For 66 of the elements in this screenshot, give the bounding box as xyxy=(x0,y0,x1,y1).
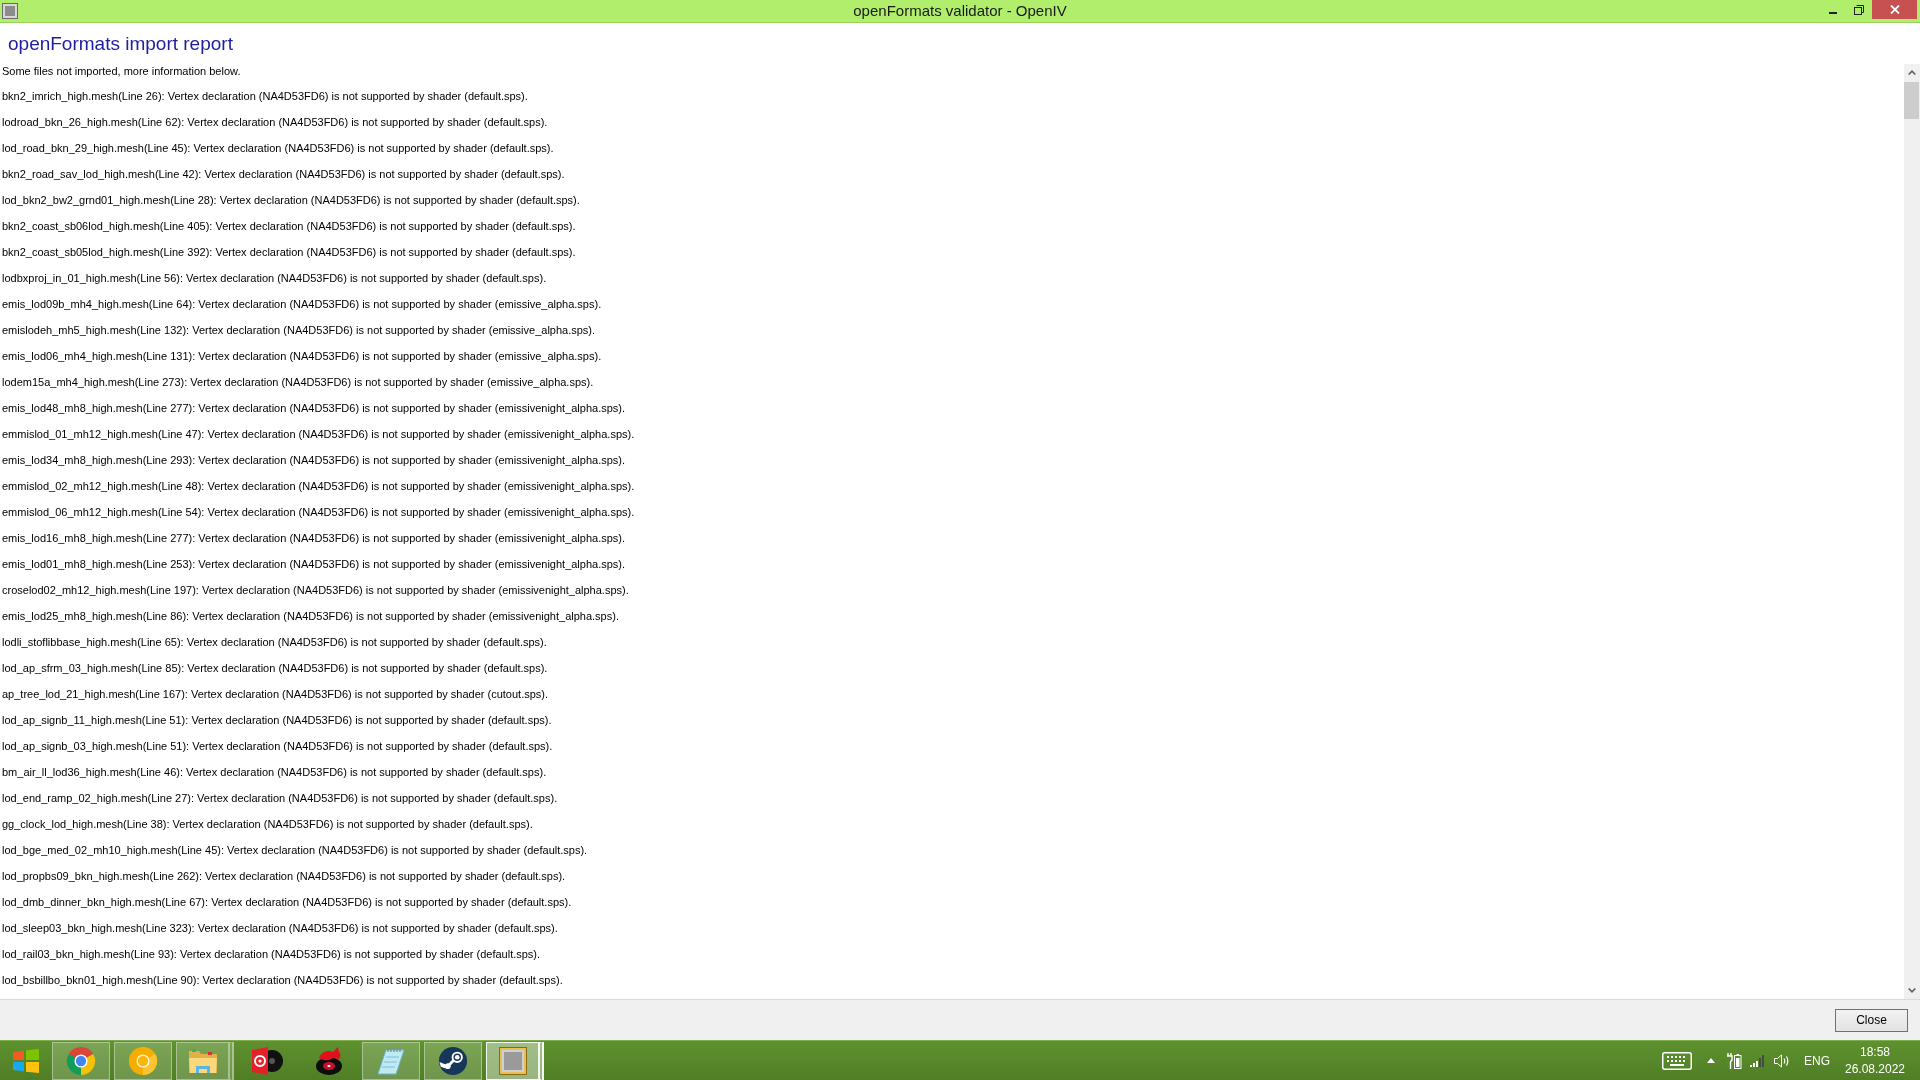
log-message: lod_sleep03_bkn_high.mesh(Line 323): Vertex declaration (NA4D53FD6) is not supported by shader (default.sps). xyxy=(2,921,558,936)
log-message: emis_lod25_mh8_high.mesh(Line 86): Vertex declaration (NA4D53FD6) is not supported by shader (emissivenight_alpha.sps). xyxy=(2,609,619,624)
log-message: lod_bkn2_bw2_grnd01_high.mesh(Line 28): Vertex declaration (NA4D53FD6) is not supported by shader (default.sps). xyxy=(2,193,580,208)
log-message: bkn2_imrich_high.mesh(Line 26): Vertex declaration (NA4D53FD6) is not supported by shader (default.sps). xyxy=(2,89,528,104)
log-message: emis_lod48_mh8_high.mesh(Line 277): Vertex declaration (NA4D53FD6) is not supported by shader (emissivenight_alpha.sps). xyxy=(2,401,626,416)
log-message: bm_air_ll_lod36_high.mesh(Line 46): Vertex declaration (NA4D53FD6) is not supported by shader (default.sps). xyxy=(2,765,547,780)
circle-link-icon xyxy=(438,1045,468,1076)
disc-with-figure-icon xyxy=(314,1045,344,1076)
log-message: lod_rail03_bkn_high.mesh(Line 93): Vertex declaration (NA4D53FD6) is not supported by shader (default.sps). xyxy=(2,947,541,962)
log-message: emis_lod16_mh8_high.mesh(Line 277): Vertex declaration (NA4D53FD6) is not supported by shader (emissivenight_alpha.sps). xyxy=(2,531,626,546)
signal-bars-icon[interactable] xyxy=(1750,1054,1765,1067)
framed-tile-icon xyxy=(498,1046,527,1075)
log-message: lod_ap_signb_11_high.mesh(Line 51): Vertex declaration (NA4D53FD6) is not supported by shader (default.sps). xyxy=(2,713,552,728)
log-message: emis_lod09b_mh4_high.mesh(Line 64): Vertex declaration (NA4D53FD6) is not supported by shader (emissive_alpha.sps). xyxy=(2,297,602,312)
log-message: lodem15a_mh4_high.mesh(Line 273): Vertex declaration (NA4D53FD6) is not supported by shader (emissive_alpha.sps). xyxy=(2,375,594,390)
taskbar-app-button[interactable] xyxy=(424,1041,482,1080)
caret-up-icon[interactable] xyxy=(1707,1058,1715,1063)
log-message: lod_propbs09_bkn_high.mesh(Line 262): Vertex declaration (NA4D53FD6) is not supported by shader (default.sps). xyxy=(2,869,566,884)
clock[interactable]: 18:58 26.08.2022 xyxy=(1846,1043,1904,1078)
close-icon xyxy=(1889,5,1900,14)
ring-circle-icon xyxy=(128,1045,158,1076)
window-title: openFormats validator - OpenIV xyxy=(853,0,1067,21)
chevron-up-icon xyxy=(1908,70,1916,75)
notepad-icon xyxy=(377,1046,405,1075)
folder-icon xyxy=(187,1046,218,1075)
report-summary: Some files not imported, more information below. xyxy=(2,64,241,78)
log-message: lod_ap_sfrm_03_high.mesh(Line 85): Vertex declaration (NA4D53FD6) is not supported by shader (default.sps). xyxy=(2,661,548,676)
minimize-icon xyxy=(1829,11,1837,14)
close-button[interactable]: Close xyxy=(1835,1008,1908,1032)
log-message: ap_tree_lod_21_high.mesh(Line 167): Vertex declaration (NA4D53FD6) is not supported by shader (cutout.sps). xyxy=(2,687,549,702)
log-message: lod_bge_med_02_mh10_high.mesh(Line 45): Vertex declaration (NA4D53FD6) is not supported by shader (default.sps). xyxy=(2,843,588,858)
record-disc-icon xyxy=(251,1045,283,1076)
plug-battery-icon[interactable] xyxy=(1727,1052,1742,1069)
log-message: emislodeh_mh5_high.mesh(Line 132): Vertex declaration (NA4D53FD6) is not supported by shader (emissive_alpha.sps). xyxy=(2,323,596,338)
keyboard-icon[interactable] xyxy=(1662,1051,1692,1070)
input-language[interactable]: ENG xyxy=(1804,1051,1830,1070)
speaker-icon[interactable] xyxy=(1774,1053,1789,1068)
app-icon xyxy=(2,3,18,19)
log-message: lodli_stoflibbase_high.mesh(Line 65): Vertex declaration (NA4D53FD6) is not supported by shader (default.sps). xyxy=(2,635,547,650)
log-message: emis_lod01_mh8_high.mesh(Line 253): Vertex declaration (NA4D53FD6) is not supported by shader (emissivenight_alpha.sps). xyxy=(2,557,626,572)
log-message: gg_clock_lod_high.mesh(Line 38): Vertex declaration (NA4D53FD6) is not supported by shader (default.sps). xyxy=(2,817,533,832)
clock-date: 26.08.2022 xyxy=(1844,1060,1906,1078)
log-message: bkn2_coast_sb06lod_high.mesh(Line 405): Vertex declaration (NA4D53FD6) is not supported by shader (default.sps). xyxy=(2,219,576,234)
close-window-button[interactable] xyxy=(1872,0,1917,19)
log-message: emmislod_02_mh12_high.mesh(Line 48): Vertex declaration (NA4D53FD6) is not supported by shader (emissivenight_alpha.sps). xyxy=(2,479,635,494)
chevron-down-icon xyxy=(1908,988,1916,993)
log-message: lod_end_ramp_02_high.mesh(Line 27): Vertex declaration (NA4D53FD6) is not supported by shader (default.sps). xyxy=(2,791,558,806)
log-message: lodroad_bkn_26_high.mesh(Line 62): Vertex declaration (NA4D53FD6) is not supported by shader (default.sps). xyxy=(2,115,548,130)
log-message: emmislod_01_mh12_high.mesh(Line 47): Vertex declaration (NA4D53FD6) is not supported by shader (emissivenight_alpha.sps). xyxy=(2,427,635,442)
scroll-thumb[interactable] xyxy=(1904,82,1919,119)
log-message: lodbxproj_in_01_high.mesh(Line 56): Vertex declaration (NA4D53FD6) is not supported by shader (default.sps). xyxy=(2,271,547,286)
log-message: lod_bsbillbo_bkn01_high.mesh(Line 90): Vertex declaration (NA4D53FD6) is not supported by shader (default.sps). xyxy=(2,973,563,988)
log-message: emis_lod34_mh8_high.mesh(Line 293): Vertex declaration (NA4D53FD6) is not supported by shader (emissivenight_alpha.sps). xyxy=(2,453,626,468)
log-message: croselod02_mh12_high.mesh(Line 197): Vertex declaration (NA4D53FD6) is not supported by shader (emissivenight_alpha.sps). xyxy=(2,583,629,598)
log-message: emis_lod06_mh4_high.mesh(Line 131): Vertex declaration (NA4D53FD6) is not supported by shader (emissive_alpha.sps). xyxy=(2,349,602,364)
clock-time: 18:58 xyxy=(1860,1043,1890,1061)
log-message: lod_road_bkn_29_high.mesh(Line 45): Vertex declaration (NA4D53FD6) is not supported by shader (default.sps). xyxy=(2,141,554,156)
window-logo-icon xyxy=(13,1048,39,1073)
log-message: lod_dmb_dinner_bkn_high.mesh(Line 67): Vertex declaration (NA4D53FD6) is not supported by shader (default.sps). xyxy=(2,895,572,910)
log-message: lod_ap_signb_03_high.mesh(Line 51): Vertex declaration (NA4D53FD6) is not supported by shader (default.sps). xyxy=(2,739,553,754)
log-message: bkn2_road_sav_lod_high.mesh(Line 42): Vertex declaration (NA4D53FD6) is not supported by shader (default.sps). xyxy=(2,167,565,182)
restore-icon xyxy=(1854,5,1864,15)
report-heading: openFormats import report xyxy=(8,32,233,56)
segmented-circle-icon xyxy=(66,1045,96,1076)
log-message: bkn2_coast_sb05lod_high.mesh(Line 392): Vertex declaration (NA4D53FD6) is not supported by shader (default.sps). xyxy=(2,245,576,260)
log-message: emmislod_06_mh12_high.mesh(Line 54): Vertex declaration (NA4D53FD6) is not supported by shader (emissivenight_alpha.sps). xyxy=(2,505,635,520)
